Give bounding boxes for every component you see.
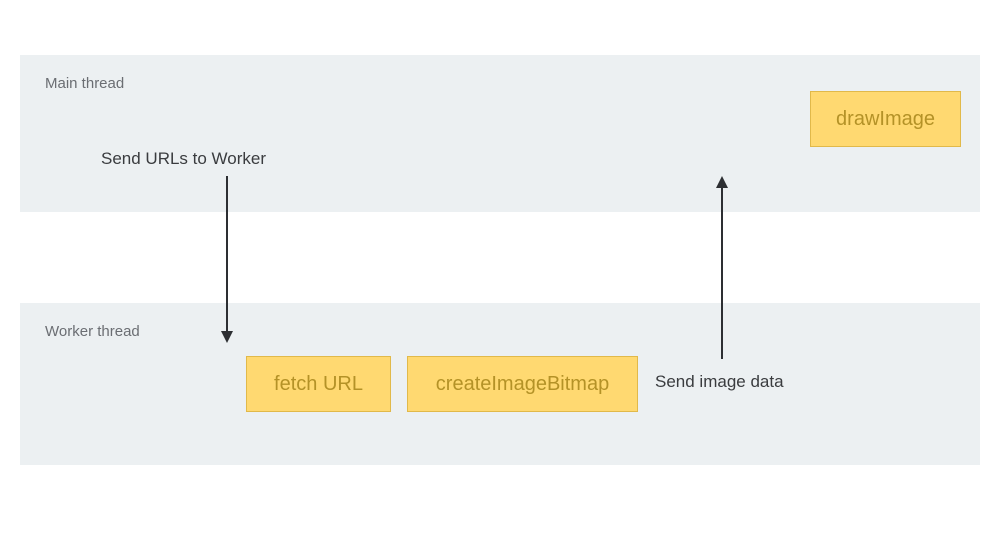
fetch-url-box: fetch URL [246, 356, 391, 412]
create-image-bitmap-box: createImageBitmap [407, 356, 638, 412]
arrow-down-head-icon [221, 331, 233, 343]
arrow-up-line [721, 186, 723, 359]
draw-image-box: drawImage [810, 91, 961, 147]
main-thread-label: Main thread [45, 75, 124, 92]
send-image-data-label: Send image data [655, 372, 784, 392]
arrow-up-head-icon [716, 176, 728, 188]
send-urls-label: Send URLs to Worker [101, 149, 266, 169]
arrow-down-line [226, 176, 228, 333]
worker-thread-label: Worker thread [45, 323, 140, 340]
